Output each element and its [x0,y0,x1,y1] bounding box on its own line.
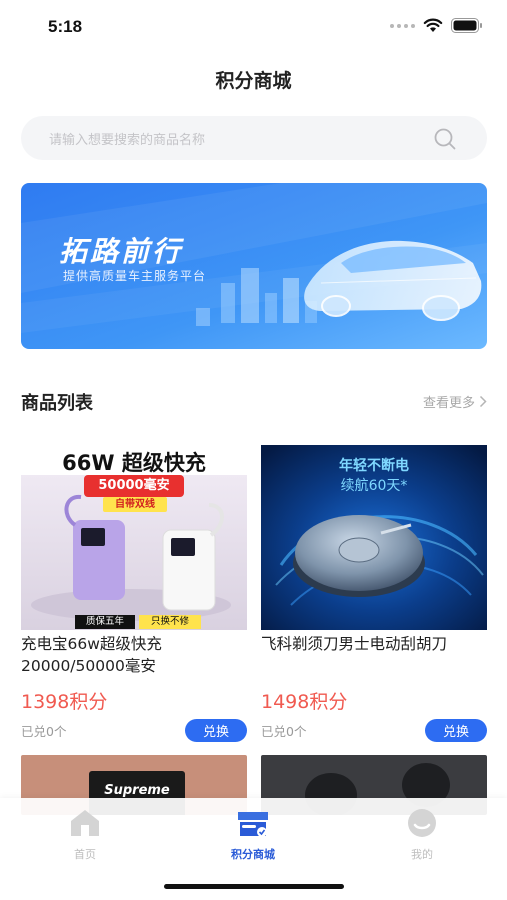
search-placeholder: 请输入想要搜索的商品名称 [49,133,206,148]
redeem-button[interactable]: 兑换 [185,718,247,742]
product-footer: 已兑0个 兑换 [21,718,247,742]
section-title: 商品列表 [21,393,93,414]
cable-label: 自带双线 [115,499,155,510]
home-indicator[interactable] [164,884,344,889]
capacity-label: 50000毫安 [98,478,170,493]
cellular-signal-icon [390,23,415,28]
supreme-label: Supreme [104,783,170,798]
tab-store[interactable]: 积分商城 [203,808,303,862]
home-icon [71,810,99,836]
promo-banner[interactable]: 拓路前行 提供高质量车主服务平台 [21,183,487,349]
product-image[interactable]: 66W 超级快充 50000毫安 自带双线 质保五年 只换不修 [21,445,247,630]
status-indicators [390,18,483,33]
product-price: 1498积分 [261,691,348,713]
search-input[interactable]: 请输入想要搜索的商品名称 [21,116,487,160]
cable-badge: 自带双线 [103,497,167,512]
replace-label: 只换不修 [150,616,189,627]
product-image-headline: 66W 超级快充 [62,451,206,475]
shaver-battery-claim: 续航60天* [340,478,408,494]
status-time: 5:18 [48,17,83,36]
view-more-label: 查看更多 [422,396,475,411]
redeemed-count: 已兑0个 [21,723,67,739]
product-footer: 已兑0个 兑换 [261,718,487,742]
tab-home-label: 首页 [74,848,96,861]
warranty-label: 质保五年 [85,616,124,627]
product-card[interactable]: 年轻不断电 续航60天* 飞科剃须刀男士电动刮胡刀 1498积分 已兑0个 兑换 [261,445,487,742]
wifi-icon [423,18,443,32]
tab-profile-label: 我的 [411,848,433,861]
capacity-badge: 50000毫安 [84,475,184,497]
product-card[interactable]: 66W 超级快充 50000毫安 自带双线 质保五年 只换不修 充电宝66w超级… [21,445,247,742]
replace-badge: 只换不修 [139,615,201,629]
store-icon [238,812,268,837]
banner-title: 拓路前行 [59,235,184,268]
view-more-link[interactable]: 查看更多 [423,392,487,411]
warranty-badge: 质保五年 [75,615,135,629]
product-name: 充电宝66w超级快充20000/50000毫安 [21,635,162,675]
status-bar: 5:18 [0,0,507,56]
shaver-slogan: 年轻不断电 [339,458,409,474]
redeem-button[interactable]: 兑换 [425,718,487,742]
product-price: 1398积分 [21,691,108,713]
tab-home[interactable]: 首页 [35,808,135,862]
page-title: 积分商城 [215,70,292,92]
battery-icon [451,18,482,33]
chevron-right-icon [479,395,487,408]
tab-store-label: 积分商城 [231,848,275,861]
product-name: 飞科剃须刀男士电动刮胡刀 [261,635,448,653]
profile-icon [408,809,436,837]
product-image[interactable]: 年轻不断电 续航60天* [261,445,487,630]
search-icon[interactable] [433,127,457,151]
tab-profile[interactable]: 我的 [372,808,472,862]
banner-subtitle: 提供高质量车主服务平台 [63,269,207,283]
redeemed-count: 已兑0个 [261,723,307,739]
